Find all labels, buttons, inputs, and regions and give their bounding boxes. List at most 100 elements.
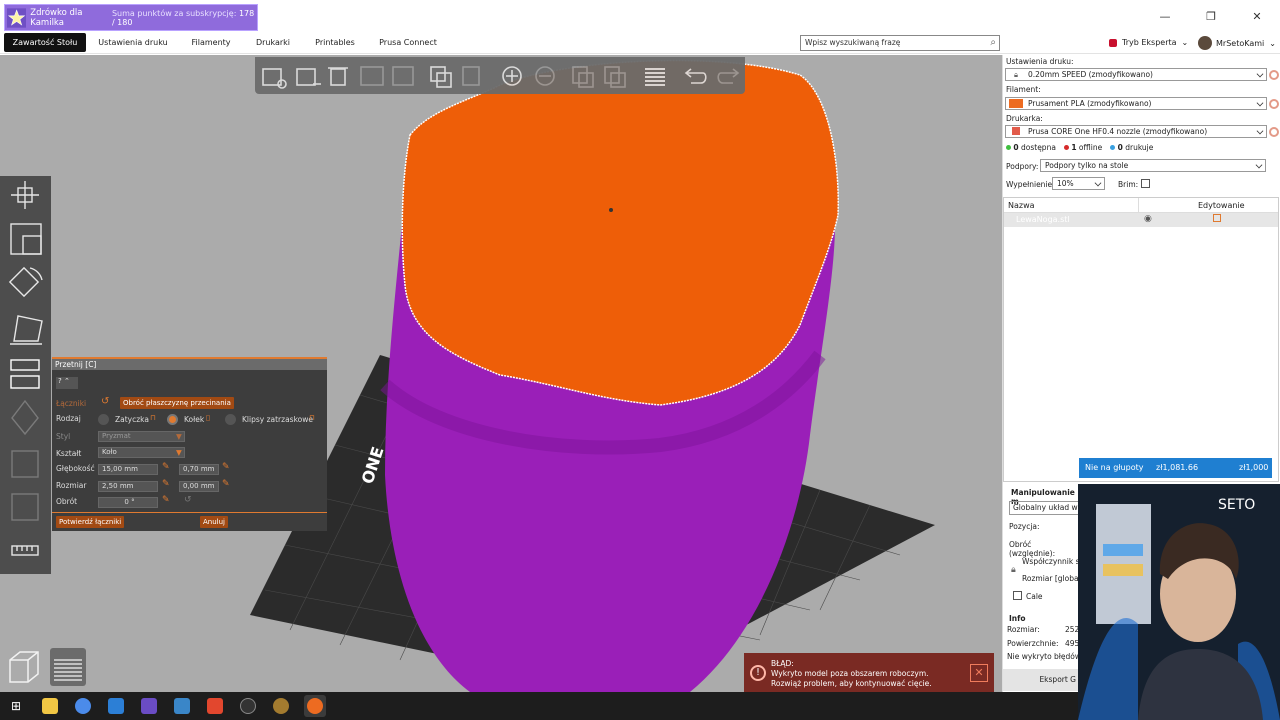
close-icon[interactable]: ✕	[1234, 0, 1280, 32]
info-errors: Nie wykryto błędów	[1007, 652, 1082, 661]
print-settings-select[interactable]: 🔒︎ 0.20mm SPEED (zmodyfikowano)	[1005, 68, 1267, 81]
infill-label: Wypełnienie:	[1006, 180, 1055, 189]
rotate-icon[interactable]	[8, 266, 43, 298]
chevron-down-icon: ⌄	[1269, 38, 1276, 48]
user-menu[interactable]: MrSetoKami ⌄	[1198, 36, 1276, 50]
divider	[52, 512, 327, 513]
app-icon[interactable]	[273, 698, 289, 714]
tab-prusa-connect[interactable]: Prusa Connect	[374, 33, 442, 52]
search-input[interactable]: Wpisz wyszukiwaną frazę ⌕	[800, 35, 1000, 51]
inches-checkbox[interactable]	[1013, 591, 1022, 600]
depth-input[interactable]: 15,00 mm	[98, 464, 158, 475]
tab-plater[interactable]: Zawartość Stołu	[4, 33, 86, 52]
tab-printers[interactable]: Drukarki	[250, 33, 296, 52]
scale-icon[interactable]	[10, 223, 42, 255]
chevron-down-icon: ▼	[176, 448, 182, 457]
brim-checkbox[interactable]	[1141, 179, 1150, 188]
size-input[interactable]: 2,50 mm	[98, 481, 158, 492]
cancel-button[interactable]: Anuluj	[200, 516, 228, 528]
edit-settings-icon[interactable]	[1213, 214, 1221, 222]
cut-icon[interactable]	[10, 359, 40, 389]
help-button[interactable]: ? ⌃	[56, 377, 78, 389]
edit-icon[interactable]: ✎	[222, 479, 230, 489]
lock-icon[interactable]: 🔒︎	[1011, 565, 1016, 575]
info-title: Info	[1009, 614, 1026, 623]
error-message-2: Rozwiąż problem, aby kontynuować cięcie.	[771, 679, 932, 688]
3d-view-button[interactable]	[6, 648, 42, 686]
shape-select[interactable]: Koło	[98, 447, 185, 458]
position-label: Pozycja:	[1009, 522, 1040, 531]
filament-select[interactable]: Prusament PLA (zmodyfikowano)	[1005, 97, 1267, 110]
gear-icon[interactable]	[1269, 99, 1279, 109]
cut-center-point[interactable]	[609, 208, 613, 212]
undo-icon[interactable]	[684, 68, 707, 84]
edit-icon[interactable]: ✎	[162, 495, 170, 505]
rotate-label: Obróć (względnie):	[1009, 540, 1056, 558]
add-object-icon[interactable]	[262, 68, 287, 89]
filament-label: Filament:	[1006, 85, 1041, 94]
coordinate-system-select[interactable]: Globalny układ w	[1009, 501, 1081, 515]
layer-editing-icon[interactable]	[645, 68, 665, 86]
place-on-face-icon[interactable]	[10, 315, 43, 345]
paste-icon	[462, 66, 480, 86]
printer-label: Drukarka:	[1006, 114, 1043, 123]
minimize-icon[interactable]: —	[1142, 0, 1188, 32]
file-explorer-icon[interactable]	[42, 698, 58, 714]
copy-icon[interactable]	[430, 66, 452, 88]
depth-tolerance-input[interactable]: 0,70 mm	[179, 464, 219, 475]
type-dowel-radio[interactable]	[167, 414, 178, 425]
rotation-input[interactable]: 0 °	[98, 497, 158, 508]
move-icon[interactable]	[11, 181, 39, 209]
obs-icon[interactable]	[240, 698, 256, 714]
add-instance-icon[interactable]	[502, 66, 522, 86]
infill-select[interactable]: 10%	[1052, 177, 1105, 190]
type-snap-radio[interactable]	[225, 414, 236, 425]
type-snap-label: Klipsy zatrzaskowe	[242, 415, 313, 424]
discord-icon[interactable]	[141, 698, 157, 714]
edit-icon[interactable]: ✎	[222, 462, 230, 472]
size-tolerance-input[interactable]: 0,00 mm	[179, 481, 219, 492]
eye-icon[interactable]: ◉	[1144, 214, 1152, 224]
brim-label: Brim:	[1118, 180, 1139, 189]
reset-icon: ↺	[184, 495, 192, 505]
status-offline: 1 offline	[1063, 143, 1102, 152]
confirm-connectors-button[interactable]: Potwierdź łączniki	[56, 516, 125, 528]
printer-select[interactable]: Prusa CORE One HF0.4 nozzle (zmodyfikowa…	[1005, 125, 1267, 138]
supports-select[interactable]: Podpory tylko na stole	[1040, 159, 1266, 172]
windows-start-icon[interactable]: ⊞	[8, 698, 24, 714]
export-gcode-button[interactable]: Eksport G	[1003, 669, 1078, 691]
webcam-logo-text: SETO	[1218, 497, 1255, 513]
tab-printables[interactable]: Printables	[308, 33, 362, 52]
chrome-icon[interactable]	[75, 698, 91, 714]
os-taskbar: ⊞	[0, 692, 1078, 720]
app-icon[interactable]	[108, 698, 124, 714]
edit-icon[interactable]: ✎	[162, 462, 170, 472]
search-icon[interactable]: ⌕	[990, 36, 996, 50]
prusaslicer-taskbar-button[interactable]	[304, 695, 326, 717]
error-notification: ! BŁĄD: Wykryto model poza obszarem robo…	[744, 653, 994, 693]
close-icon[interactable]: ✕	[970, 664, 988, 682]
app-icon[interactable]	[174, 698, 190, 714]
measure-icon[interactable]	[11, 545, 39, 556]
type-plug-radio[interactable]	[98, 414, 109, 425]
info-size-label: Rozmiar:	[1007, 625, 1040, 634]
price-value-1: zł1,081.66	[1156, 463, 1199, 472]
edit-icon[interactable]: ✎	[162, 479, 170, 489]
tab-print-settings[interactable]: Ustawienia druku	[96, 33, 170, 52]
expert-mode-selector[interactable]: Tryb Eksperta ⌄	[1109, 38, 1188, 47]
gear-icon[interactable]	[1269, 127, 1279, 137]
delete-object-icon[interactable]	[296, 68, 321, 86]
webcam-image: SETO	[1078, 484, 1280, 720]
prusaslicer-icon	[307, 698, 323, 714]
restore-icon[interactable]: ❐	[1188, 0, 1234, 32]
trash-icon[interactable]	[328, 67, 348, 86]
size-label: Rozmiar [global	[1022, 574, 1081, 583]
table-row[interactable]: LewaNoga.stl ◉	[1004, 213, 1278, 227]
hexagon-icon	[1109, 38, 1117, 47]
tab-filaments[interactable]: Filamenty	[184, 33, 238, 52]
brave-icon[interactable]	[207, 698, 223, 714]
preview-button[interactable]	[50, 648, 86, 686]
gear-icon[interactable]	[1269, 70, 1279, 80]
layers-icon	[54, 659, 82, 681]
flip-cut-plane-button[interactable]: Obróć płaszczyznę przecinania	[120, 397, 234, 409]
